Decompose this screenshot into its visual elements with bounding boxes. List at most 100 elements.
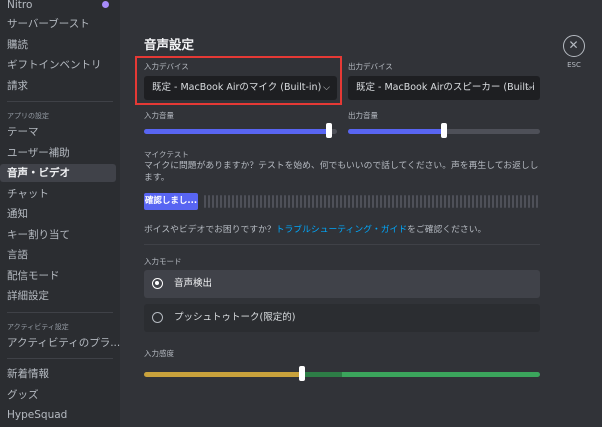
meter-bar (336, 195, 338, 208)
meter-bar (468, 195, 470, 208)
input-mode-label: 入力モード (144, 257, 182, 266)
meter-bar (528, 195, 530, 208)
input-volume-label: 入力音量 (144, 111, 174, 120)
input-volume-fill (144, 129, 330, 134)
meter-bar (248, 195, 250, 208)
output-device-value: 既定 - MacBook Airのスピーカー (Built-i (356, 82, 535, 93)
sidebar-item-merch[interactable]: グッズ (7, 386, 39, 404)
meter-bar (520, 195, 522, 208)
meter-bar (320, 195, 322, 208)
sidebar-item-accessibility[interactable]: ユーザー補助 (7, 144, 70, 162)
input-mode-push-to-talk[interactable]: プッシュトゥトーク(限定的) (144, 304, 540, 332)
sidebar-item-nitro[interactable]: Nitro (7, 0, 32, 14)
output-volume-slider[interactable] (348, 123, 540, 138)
meter-bar (432, 195, 434, 208)
meter-bar (212, 195, 214, 208)
sidebar-item-whats-new[interactable]: 新着情報 (7, 365, 49, 383)
chevron-down-icon: ⌵ (526, 83, 533, 93)
meter-bar (448, 195, 450, 208)
meter-bar (296, 195, 298, 208)
meter-bar (344, 195, 346, 208)
sidebar-item-hypesquad[interactable]: HypeSquad (7, 406, 67, 424)
output-volume-fill (348, 129, 444, 134)
meter-bar (208, 195, 210, 208)
meter-bar (516, 195, 518, 208)
sidebar-item-gift-inventory[interactable]: ギフトインベントリ (7, 56, 102, 74)
meter-bar (264, 195, 266, 208)
sidebar-item-keybinds[interactable]: キー割り当て (7, 226, 70, 244)
meter-bar (312, 195, 314, 208)
mic-test-button[interactable]: 確認しまし... (144, 193, 198, 210)
voice-activity-label: 音声検出 (174, 278, 213, 289)
meter-bar (444, 195, 446, 208)
meter-bar (440, 195, 442, 208)
sidebar-item-notifications[interactable]: 通知 (7, 205, 28, 223)
meter-bar (456, 195, 458, 208)
input-sensitivity-slider[interactable] (144, 372, 540, 377)
meter-bar (412, 195, 414, 208)
section-divider (144, 244, 540, 245)
help-suffix: をご確認ください。 (407, 225, 487, 235)
meter-bar (224, 195, 226, 208)
sidebar-item-subscriptions[interactable]: 購読 (7, 36, 28, 54)
sidebar-item-language[interactable]: 言語 (7, 246, 28, 264)
meter-bar (416, 195, 418, 208)
sidebar-item-activity-privacy[interactable]: アクティビティのプラ... (7, 334, 120, 352)
meter-bar (332, 195, 334, 208)
meter-bar (396, 195, 398, 208)
radio-selected-icon (152, 278, 163, 289)
meter-bar (488, 195, 490, 208)
close-button[interactable]: ✕ (563, 35, 585, 57)
sidebar-item-billing[interactable]: 請求 (7, 77, 28, 95)
sidebar-item-streamer-mode[interactable]: 配信モード (7, 267, 60, 285)
radio-unselected-icon (152, 312, 163, 323)
meter-bar (512, 195, 514, 208)
mic-test-description: マイクに問題がありますか？テストを始め、何でもいいので話してください。声を再生し… (144, 161, 539, 183)
meter-bar (232, 195, 234, 208)
settings-sidebar: Nitro サーバーブースト 購読 ギフトインベントリ 請求 アプリの設定 テー… (0, 0, 120, 427)
sidebar-divider (7, 358, 113, 359)
meter-bar (380, 195, 382, 208)
input-volume-handle[interactable] (326, 123, 333, 138)
meter-bar (508, 195, 510, 208)
meter-bar (300, 195, 302, 208)
meter-bar (504, 195, 506, 208)
meter-bar (484, 195, 486, 208)
input-sensitivity-handle[interactable] (299, 366, 306, 381)
output-volume-handle[interactable] (441, 123, 447, 138)
meter-bar (308, 195, 310, 208)
meter-bar (216, 195, 218, 208)
meter-bar (400, 195, 402, 208)
help-text: ボイスやビデオでお困りですか？トラブルシューティング・ガイドをご確認ください。 (144, 222, 486, 235)
meter-bar (460, 195, 462, 208)
meter-bar (376, 195, 378, 208)
sidebar-item-advanced[interactable]: 詳細設定 (7, 287, 49, 305)
meter-bar (500, 195, 502, 208)
meter-bar (436, 195, 438, 208)
sidebar-header-app-settings: アプリの設定 (7, 112, 49, 120)
meter-bar (256, 195, 258, 208)
troubleshooting-link[interactable]: トラブルシューティング・ガイド (276, 225, 407, 235)
meter-bar (352, 195, 354, 208)
sidebar-item-theme[interactable]: テーマ (7, 123, 39, 141)
sidebar-item-voice-video[interactable]: 音声・ビデオ (0, 164, 116, 182)
meter-bar (368, 195, 370, 208)
meter-bar (280, 195, 282, 208)
meter-bar (384, 195, 386, 208)
input-mode-voice-activity[interactable]: 音声検出 (144, 270, 540, 298)
meter-bar (392, 195, 394, 208)
meter-bar (316, 195, 318, 208)
meter-bar (360, 195, 362, 208)
sidebar-item-server-boost[interactable]: サーバーブースト (7, 15, 90, 33)
input-volume-slider[interactable] (144, 123, 337, 138)
meter-bar (424, 195, 426, 208)
meter-bar (244, 195, 246, 208)
meter-bar (268, 195, 270, 208)
meter-bar (496, 195, 498, 208)
meter-bar (356, 195, 358, 208)
meter-bar (452, 195, 454, 208)
meter-bar (428, 195, 430, 208)
sidebar-item-chat[interactable]: チャット (7, 185, 49, 203)
meter-bar (304, 195, 306, 208)
output-device-select[interactable]: 既定 - MacBook Airのスピーカー (Built-i ⌵ (348, 76, 540, 100)
